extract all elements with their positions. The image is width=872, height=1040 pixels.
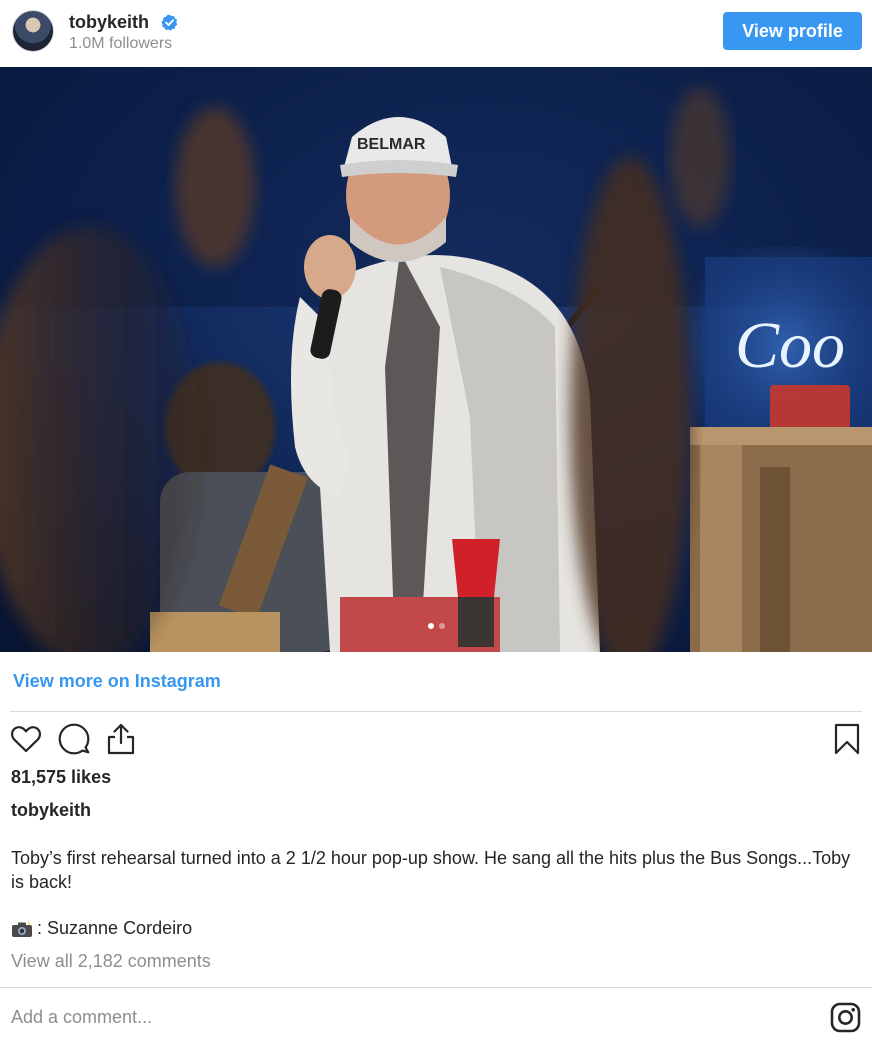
- divider: [0, 987, 872, 988]
- camera-flash-icon: [12, 920, 32, 937]
- action-bar: [0, 720, 872, 760]
- like-count[interactable]: 81,575 likes: [11, 767, 111, 788]
- concert-photo-image: Coo BELMAR: [0, 67, 872, 652]
- caption-username[interactable]: tobykeith: [11, 800, 91, 821]
- view-all-comments-link[interactable]: View all 2,182 comments: [11, 951, 211, 972]
- share-icon[interactable]: [104, 722, 138, 756]
- view-profile-button[interactable]: View profile: [723, 12, 862, 50]
- instagram-embed: tobykeith 1.0M followers View profile Co…: [0, 0, 872, 1040]
- username[interactable]: tobykeith: [69, 12, 149, 33]
- credit-text: : Suzanne Cordeiro: [37, 918, 193, 938]
- heart-icon[interactable]: [9, 722, 43, 756]
- post-photo[interactable]: Coo BELMAR: [0, 67, 872, 652]
- instagram-logo-icon[interactable]: [830, 1002, 861, 1033]
- follower-count: 1.0M followers: [69, 35, 173, 52]
- cap-text: BELMAR: [357, 136, 426, 153]
- comment-bubble-icon[interactable]: [57, 722, 91, 756]
- embed-header: tobykeith 1.0M followers View profile: [0, 0, 872, 66]
- verified-badge-icon: [161, 14, 178, 31]
- carousel-indicator: [0, 623, 872, 629]
- view-more-link[interactable]: View more on Instagram: [13, 671, 221, 692]
- carousel-dot: [438, 623, 445, 629]
- comment-input[interactable]: [11, 1004, 791, 1030]
- photo-credit: : Suzanne Cordeiro: [11, 918, 192, 939]
- divider: [10, 711, 862, 712]
- post-caption: Toby’s first rehearsal turned into a 2 1…: [11, 848, 851, 892]
- bookmark-icon[interactable]: [830, 722, 864, 756]
- avatar[interactable]: [12, 10, 54, 52]
- carousel-dot-active: [427, 623, 434, 629]
- neon-sign-text: Coo: [735, 309, 845, 382]
